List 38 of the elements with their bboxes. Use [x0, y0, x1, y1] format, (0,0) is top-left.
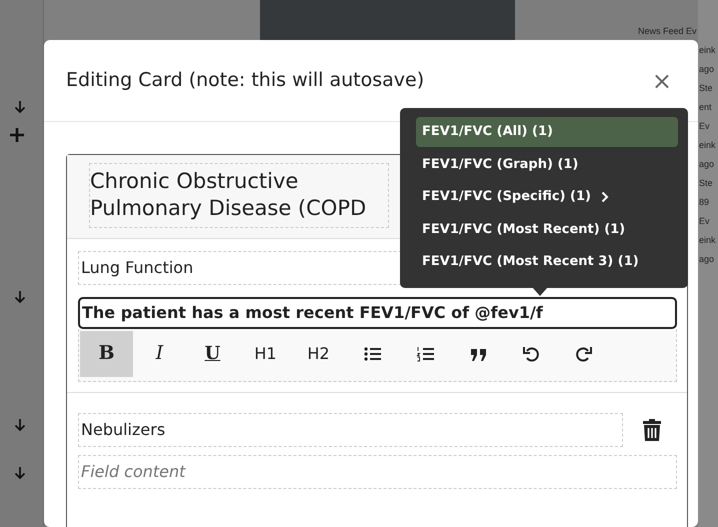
background-text: 89 [699, 196, 710, 209]
section-title-field[interactable]: Nebulizers [78, 412, 623, 447]
background-text: Ev [699, 215, 711, 228]
down-arrow-icon [14, 100, 26, 114]
dropdown-item[interactable]: FEV1/FVC (Graph) (1) [416, 150, 678, 179]
dropdown-item[interactable]: FEV1/FVC (Specific) (1) [416, 182, 678, 212]
redo-icon [574, 344, 592, 363]
background-text: ago [699, 158, 716, 171]
undo-icon [522, 344, 540, 363]
numbered-list-icon [416, 344, 434, 363]
background-text: ago [699, 253, 716, 266]
background-text: Ste [699, 82, 714, 95]
underline-button[interactable]: U [186, 330, 239, 377]
italic-button[interactable]: I [133, 330, 186, 377]
card-title: Chronic Obstructive Pulmonary Disease (COPD [89, 163, 389, 228]
bullet-list-icon [362, 344, 380, 363]
background-text: eink [699, 139, 717, 152]
background-text: eink [699, 44, 717, 57]
background-text: ent [699, 101, 713, 114]
background-text: News Feed Ev [638, 25, 698, 38]
dropdown-item[interactable]: FEV1/FVC (All) (1) [416, 117, 678, 146]
background-text: eink [699, 234, 717, 247]
trash-icon[interactable] [643, 418, 661, 441]
heading-button[interactable]: H2 [292, 330, 345, 377]
plus-icon [10, 128, 24, 142]
down-arrow-icon [14, 290, 26, 304]
text-editor-field[interactable]: The patient has a most recent FEV1/FVC of @fev1/f [78, 296, 677, 329]
field-content-input[interactable]: Field content [79, 456, 676, 488]
heading-button[interactable]: H1 [239, 330, 292, 377]
down-arrow-icon [14, 418, 26, 432]
modal-title: Editing Card (note: this will autosave) [66, 69, 424, 92]
background-text: ago [699, 63, 716, 76]
down-arrow-icon [14, 466, 26, 480]
background-text: Ste [699, 177, 714, 190]
bold-button[interactable]: B [80, 330, 133, 377]
background-text: Ev [699, 120, 711, 133]
dropdown-item[interactable]: FEV1/FVC (Most Recent) (1) [416, 214, 678, 244]
close-button[interactable]: × [648, 68, 676, 92]
